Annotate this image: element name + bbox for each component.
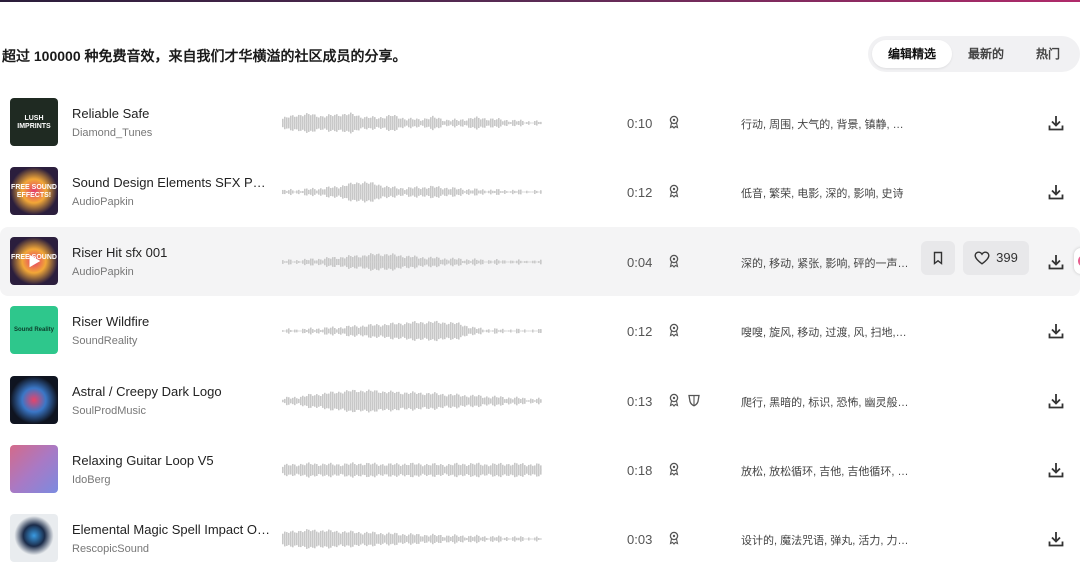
sound-tags[interactable]: 爬行, 黑暗的, 标识, 恐怖, 幽灵般的... [741, 394, 909, 410]
sound-duration: 0:13 [627, 393, 653, 409]
download-icon[interactable] [1047, 461, 1065, 479]
top-accent-bar [0, 0, 1080, 2]
sound-duration: 0:10 [627, 116, 653, 131]
sound-duration: 0:18 [627, 462, 653, 478]
sound-title[interactable]: Sound Design Elements SFX PS 0... [72, 175, 272, 190]
tab-latest[interactable]: 最新的 [952, 40, 1020, 68]
sound-duration: 0:04 [627, 254, 653, 270]
heart-icon [974, 251, 990, 265]
waveform[interactable] [282, 316, 542, 346]
sound-duration: 0:03 [627, 532, 653, 548]
side-widget-button[interactable] [1074, 247, 1080, 274]
download-icon[interactable] [1047, 183, 1065, 201]
sound-title[interactable]: Reliable Safe [72, 106, 149, 121]
sound-thumbnail[interactable]: FREE SOUND [10, 236, 58, 285]
sound-thumbnail[interactable] [10, 375, 58, 424]
sound-tags[interactable]: 深的, 移动, 紧张, 影响, 砰的一声, ... [741, 255, 909, 271]
tab-popular[interactable]: 热门 [1020, 40, 1076, 68]
license-icon[interactable] [667, 531, 681, 546]
sort-tabs: 编辑精选 最新的 热门 [867, 36, 1080, 72]
download-icon[interactable] [1047, 322, 1065, 340]
sound-duration: 0:12 [627, 185, 653, 201]
download-icon[interactable] [1047, 114, 1065, 132]
sound-row[interactable]: FREE SOUND EFFECTS! Sound Design Elements… [0, 157, 1080, 226]
page-title: 超过 100000 种免费音效，来自我们才华横溢的社区成员的分享。 [2, 48, 407, 64]
sound-row[interactable]: Astral / Creepy Dark Logo SoulProdMusic 0:… [0, 366, 1080, 435]
sound-duration: 0:12 [627, 324, 653, 340]
thumbnail-text: LUSH IMPRINTS [17, 115, 51, 130]
thumbnail-text: FREE SOUND EFFECTS! [11, 184, 57, 200]
waveform[interactable] [282, 108, 542, 138]
waveform[interactable] [282, 455, 542, 485]
sound-author[interactable]: AudioPapkin [72, 196, 134, 208]
sound-tags[interactable]: 行动, 周围, 大气的, 背景, 镇静, 电影 [741, 116, 909, 132]
sound-title[interactable]: Riser Hit sfx 001 [72, 245, 167, 260]
waveform[interactable] [282, 386, 542, 416]
shield-icon[interactable] [687, 393, 701, 407]
sound-author[interactable]: Diamond_Tunes [72, 127, 152, 139]
sound-tags[interactable]: 嗖嗖, 旋风, 移动, 过渡, 风, 扫地, 电... [741, 324, 909, 340]
thumbnail-text: Sound Reality [13, 327, 54, 334]
sound-title[interactable]: Astral / Creepy Dark Logo [72, 384, 222, 399]
sound-thumbnail[interactable]: LUSH IMPRINTS [10, 98, 58, 146]
page-header: 超过 100000 种免费音效，来自我们才华横溢的社区成员的分享。 编辑精选 最… [0, 36, 1080, 72]
waveform[interactable] [282, 177, 542, 207]
waveform[interactable] [282, 247, 542, 277]
sound-title[interactable]: Elemental Magic Spell Impact Ou... [72, 522, 272, 537]
sound-author[interactable]: AudioPapkin [72, 266, 134, 278]
waveform[interactable] [282, 524, 542, 554]
like-button[interactable]: 399 [963, 240, 1029, 275]
license-icon[interactable] [667, 462, 681, 476]
play-icon[interactable] [10, 237, 58, 285]
sound-row[interactable]: FREE SOUND Riser Hit sfx 001 AudioPapkin 0:… [0, 226, 1080, 297]
sound-row[interactable]: Sound Reality Riser Wildfire SoundReality 0… [0, 296, 1080, 365]
sound-list: LUSH IMPRINTS Reliable Safe Diamond_Tunes 0… [0, 88, 1080, 574]
license-icon[interactable] [667, 323, 681, 338]
sound-author[interactable]: SoundReality [72, 335, 137, 347]
sound-row[interactable]: LUSH IMPRINTS Reliable Safe Diamond_Tunes 0… [0, 88, 1080, 157]
license-icon[interactable] [667, 115, 681, 129]
sound-thumbnail[interactable]: FREE SOUND EFFECTS! [10, 167, 58, 216]
download-icon[interactable] [1047, 392, 1065, 410]
sound-author[interactable]: SoulProdMusic [72, 405, 146, 417]
sound-author[interactable]: RescopicSound [72, 543, 149, 555]
download-icon[interactable] [1047, 253, 1065, 271]
sound-thumbnail[interactable] [10, 444, 58, 493]
tab-editors-choice[interactable]: 编辑精选 [871, 40, 952, 68]
download-icon[interactable] [1047, 530, 1065, 548]
sound-row[interactable]: Relaxing Guitar Loop V5 IdoBerg 0:18 放松, 放松… [0, 435, 1080, 504]
sound-title[interactable]: Relaxing Guitar Loop V5 [72, 453, 214, 468]
sound-thumbnail[interactable] [10, 514, 58, 563]
bookmark-button[interactable] [921, 240, 955, 275]
sound-tags[interactable]: 低音, 繁荣, 电影, 深的, 影响, 史诗 [741, 185, 909, 201]
sound-tags[interactable]: 放松, 放松循环, 吉他, 吉他循环, 音... [741, 463, 909, 479]
sound-tags[interactable]: 设计的, 魔法咒语, 弹丸, 活力, 力量... [741, 532, 909, 548]
sound-row[interactable]: Elemental Magic Spell Impact Ou... Rescop… [0, 504, 1080, 573]
license-icon[interactable] [667, 184, 681, 199]
license-icon[interactable] [667, 254, 681, 268]
sound-author[interactable]: IdoBerg [72, 474, 111, 486]
license-icon[interactable] [667, 393, 681, 407]
sound-title[interactable]: Riser Wildfire [72, 314, 149, 329]
like-count: 399 [996, 250, 1018, 266]
sound-thumbnail[interactable]: Sound Reality [10, 306, 58, 355]
bookmark-icon [933, 251, 943, 265]
